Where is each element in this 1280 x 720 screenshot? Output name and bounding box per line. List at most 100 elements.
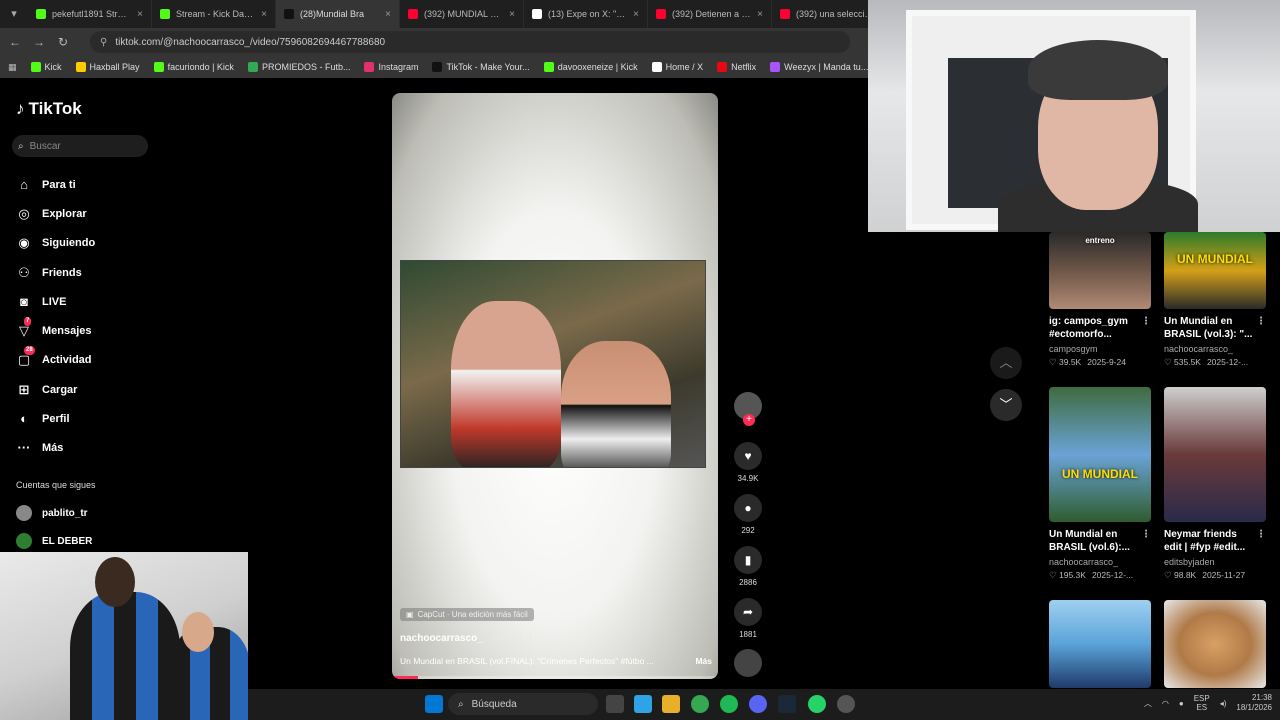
clock[interactable]: 21:38 18/1/2026 <box>1236 693 1272 713</box>
video-progress-bar[interactable] <box>392 676 718 679</box>
bookmark-item[interactable]: facuriondo | Kick <box>153 62 234 72</box>
browser-tab[interactable]: Stream - Kick Dashb × <box>152 0 276 28</box>
discord-icon[interactable] <box>749 695 767 713</box>
bookmark-favicon-icon <box>364 62 375 72</box>
sidebar-item[interactable]: ◐ Perfil <box>16 404 216 433</box>
upload-icon: ⊞ <box>18 381 30 397</box>
settings-icon[interactable] <box>837 695 855 713</box>
bookmark-item[interactable]: Instagram <box>364 62 418 72</box>
tab-title: Stream - Kick Dashb <box>176 9 256 19</box>
suggested-video-card[interactable]: UN MUNDIAL Un Mundial en BRASIL (vol.3):… <box>1164 232 1266 368</box>
follow-plus-icon[interactable]: + <box>743 414 755 426</box>
speaker-icon[interactable]: ◂) <box>1220 699 1227 708</box>
close-icon[interactable]: × <box>137 9 143 20</box>
suggested-video-card[interactable] <box>1164 600 1266 688</box>
browser-tab[interactable]: pekefutl1891 Stream × <box>28 0 152 28</box>
close-icon[interactable]: × <box>509 9 515 20</box>
following-account[interactable]: EL DEBER <box>16 533 92 549</box>
back-icon[interactable]: ← <box>8 35 22 49</box>
more-options-icon[interactable]: ⋮ <box>1141 315 1151 328</box>
chevron-up-icon[interactable]: ︿ <box>1144 698 1152 709</box>
copilot-icon[interactable] <box>634 695 652 713</box>
sidebar-item-label: Actividad <box>42 354 92 367</box>
video-author[interactable]: nachoocarrasco_ · Hace 2 d <box>400 633 532 644</box>
video-caption: Un Mundial en BRASIL (vol.FINAL): "Críme… <box>400 656 712 666</box>
forward-icon[interactable]: → <box>32 35 46 49</box>
like-button[interactable]: ♥ 34.9K <box>734 442 762 483</box>
chrome-icon[interactable] <box>691 695 709 713</box>
sidebar-item[interactable]: ◙ LIVE <box>16 287 216 316</box>
browser-tab[interactable]: (28)Mundial Bra × <box>276 0 400 28</box>
taskbar-search[interactable]: ⌕ Búsqueda <box>448 693 598 715</box>
bookmark-item[interactable]: PROMIEDOS - Futb... <box>247 62 350 72</box>
sidebar-item[interactable]: ⚇ Friends <box>16 258 216 287</box>
heart-icon: ♡ <box>1164 570 1172 580</box>
reload-icon[interactable]: ↻ <box>56 35 70 49</box>
bookmark-favicon-icon <box>247 62 258 72</box>
more-options-icon[interactable]: ⋮ <box>1141 528 1151 541</box>
tab-favicon-icon <box>656 9 666 19</box>
capcut-tag[interactable]: ▣ CapCut · Una edición más fácil <box>400 608 534 621</box>
wifi-icon[interactable]: ◠ <box>1162 699 1169 708</box>
suggested-video-card[interactable]: Neymar friends edit | #fyp #edit... ⋮ edi… <box>1164 387 1266 581</box>
next-video-button[interactable]: ﹀ <box>990 389 1022 421</box>
bookmark-favicon-icon <box>717 62 728 72</box>
file-explorer-icon[interactable] <box>662 695 680 713</box>
site-info-icon[interactable]: ⚲ <box>100 37 107 48</box>
following-account[interactable]: pablito_tr <box>16 505 88 521</box>
video-progress-fill <box>392 676 419 679</box>
browser-tab[interactable]: (392) Detienen a fam × <box>648 0 772 28</box>
microphone-icon[interactable]: ● <box>1179 699 1184 708</box>
url-field[interactable]: ⚲ tiktok.com/@nachoocarrasco_/video/7596… <box>90 31 850 53</box>
sidebar-item[interactable]: ▢ 28 Actividad <box>16 346 216 375</box>
more-options-icon[interactable]: ⋮ <box>1256 315 1266 328</box>
music-disc-button[interactable] <box>734 649 762 677</box>
whatsapp-icon[interactable] <box>808 695 826 713</box>
bookmark-item[interactable]: Home / X <box>651 62 703 72</box>
spotify-icon[interactable] <box>720 695 738 713</box>
caption-more-link[interactable]: Más <box>695 656 712 666</box>
sidebar-item[interactable]: ◉ Siguiendo <box>16 229 216 258</box>
previous-video-button[interactable]: ︿ <box>990 347 1022 379</box>
bookmark-item[interactable]: davooxeneize | Kick <box>543 62 638 72</box>
browser-tab[interactable]: (392) MUNDIAL URU × <box>400 0 524 28</box>
suggested-video-card[interactable]: UN MUNDIAL Un Mundial en BRASIL (vol.6):… <box>1049 387 1151 581</box>
start-icon[interactable] <box>425 695 443 713</box>
browser-tab[interactable]: (13) Expe on X: "JAJ × <box>524 0 648 28</box>
bookmark-item[interactable]: Netflix <box>717 62 756 72</box>
suggested-video-card[interactable]: entreno ig: campos_gym #ectomorfo... ⋮ ca… <box>1049 232 1151 368</box>
sidebar-item[interactable]: ◎ Explorar <box>16 199 216 228</box>
bookmark-item[interactable]: Weezyx | Manda tu... <box>770 62 868 72</box>
close-icon[interactable]: × <box>385 9 391 20</box>
share-button[interactable]: ➦ 1881 <box>734 598 762 639</box>
close-icon[interactable]: × <box>633 9 639 20</box>
save-button[interactable]: ▮ 2886 <box>734 546 762 587</box>
sidebar-item[interactable]: ▽ 7 Mensajes <box>16 316 216 345</box>
video-thumbnail: UN MUNDIAL <box>1049 387 1151 522</box>
sidebar-item-label: Friends <box>42 266 82 279</box>
search-input[interactable]: ⌕ Buscar <box>12 135 148 157</box>
tab-search-icon[interactable]: ▾ <box>6 6 22 22</box>
sidebar-item[interactable]: ⊞ Cargar <box>16 375 216 404</box>
suggested-video-card[interactable] <box>1049 600 1151 688</box>
steam-icon[interactable] <box>778 695 796 713</box>
comment-button[interactable]: ● 292 <box>734 494 762 535</box>
apps-grid-icon[interactable]: ▦ <box>8 62 17 73</box>
more-options-icon[interactable]: ⋮ <box>1256 528 1266 541</box>
author-avatar-button[interactable]: + <box>734 392 762 426</box>
task-view-icon[interactable] <box>606 695 624 713</box>
friends-icon: ⚇ <box>18 264 30 280</box>
bookmark-item[interactable]: Kick <box>30 62 62 72</box>
close-icon[interactable]: × <box>757 9 763 20</box>
close-icon[interactable]: × <box>261 9 267 20</box>
bookmark-item[interactable]: TikTok - Make Your... <box>432 62 530 72</box>
lang-indicator[interactable]: ESP ES <box>1194 694 1210 712</box>
bookmark-item[interactable]: Haxball Play <box>75 62 140 72</box>
sidebar-item[interactable]: ··· Más <box>16 434 216 463</box>
tiktok-logo[interactable]: ♪ TikTok <box>16 99 82 119</box>
sidebar-item-label: Para ti <box>42 178 76 191</box>
chevron-down-icon: ﹀ <box>999 397 1013 412</box>
video-player[interactable]: ▣ CapCut · Una edición más fácil nachooc… <box>392 93 718 679</box>
video-meta: ♡ 98.8K 2025-11-27 <box>1164 570 1246 580</box>
sidebar-item[interactable]: ⌂ Para ti <box>16 170 216 199</box>
